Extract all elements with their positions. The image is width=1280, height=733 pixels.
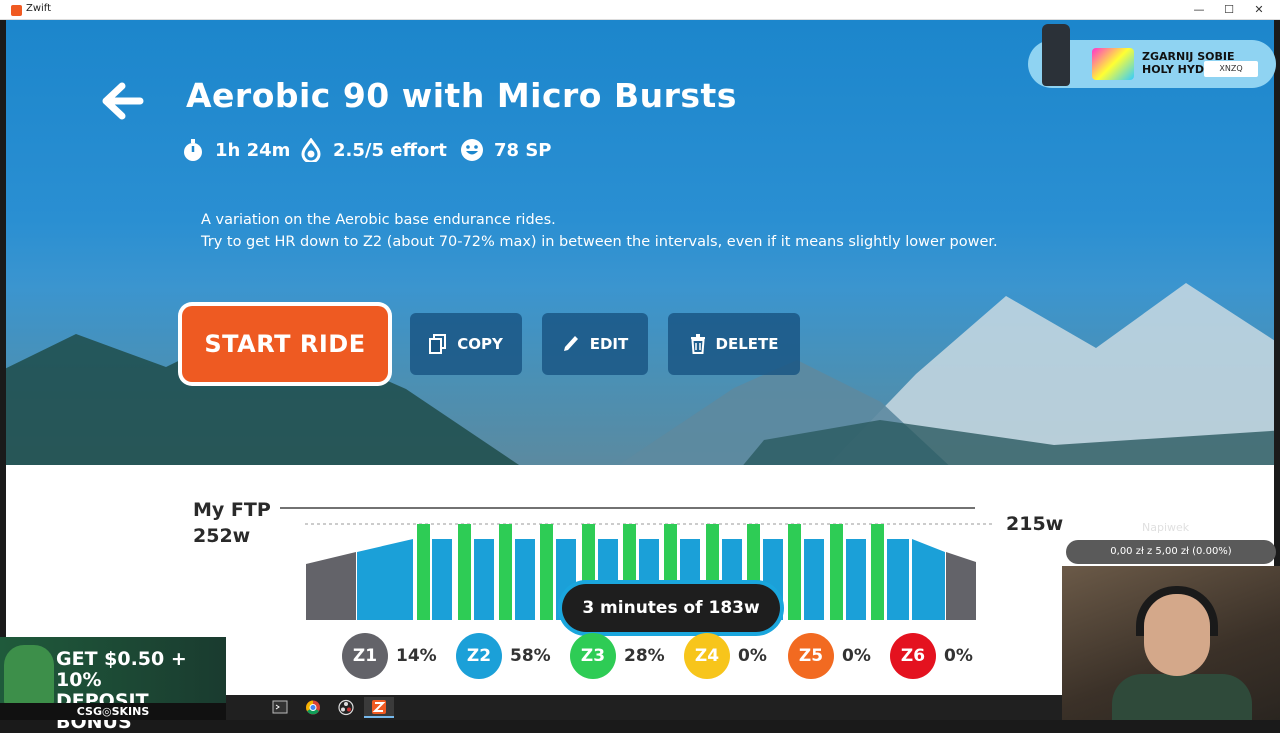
interval-z3-block <box>788 524 801 620</box>
promo-brand: CSG◎SKINS <box>0 703 226 720</box>
back-arrow-icon[interactable] <box>100 82 146 120</box>
workout-description-line1: A variation on the Aerobic base enduranc… <box>201 212 556 228</box>
obs-taskbar-icon[interactable] <box>331 697 361 718</box>
edit-button[interactable]: EDIT <box>542 313 648 375</box>
zone-percent: 58% <box>510 646 551 666</box>
interval-z3-block <box>499 524 512 620</box>
pencil-icon <box>563 336 578 351</box>
promo-line1: GET $0.50 + 10% <box>56 648 187 691</box>
zone-percent: 14% <box>396 646 437 666</box>
zone-badge: Z5 <box>788 633 834 679</box>
recovery-z2-block <box>432 539 452 620</box>
interval-z3-block <box>458 524 471 620</box>
headphones-icon <box>1136 586 1218 636</box>
product-pack-image <box>1092 48 1134 80</box>
zone-percent: 0% <box>738 646 767 666</box>
zone-badge: Z1 <box>342 633 388 679</box>
zone-percent: 28% <box>624 646 665 666</box>
chart-tooltip-text: 3 minutes of 183w <box>562 584 780 632</box>
chrome-taskbar-icon[interactable] <box>298 697 328 718</box>
ftp-value: 252w <box>193 525 251 547</box>
interval-z3-block <box>540 524 553 620</box>
cooldown-block-z1 <box>946 552 976 620</box>
interval-z3-block <box>830 524 843 620</box>
recovery-z2-block <box>846 539 866 620</box>
zwift-window: Zwift — ☐ ✕ Aerobic 90 with Micro Bursts… <box>0 0 1280 733</box>
start-ride-button[interactable]: START RIDE <box>178 302 392 386</box>
close-button[interactable]: ✕ <box>1244 0 1274 20</box>
window-title: Zwift <box>26 3 52 14</box>
promo-text: GET $0.50 + 10% DEPOSIT BONUS <box>56 649 226 733</box>
sponsor-ad-badge[interactable]: ZGARNIJ SOBIE HOLY HYDRATION XNZQ <box>1028 24 1276 88</box>
shaker-bottle-image <box>1042 24 1070 86</box>
recovery-z2-block <box>515 539 535 620</box>
effort-meta: 2.5/5 effort <box>299 136 447 164</box>
csgoskins-promo-overlay[interactable]: GET $0.50 + 10% DEPOSIT BONUS CSG◎SKINS <box>0 637 226 733</box>
recovery-z2-block <box>887 539 909 620</box>
delete-label: DELETE <box>715 335 779 353</box>
donation-title: Napiwek <box>1142 521 1190 534</box>
zone-z3: Z3 28% <box>570 633 665 679</box>
interval-z3-block <box>871 524 884 620</box>
warmup-block-z1 <box>306 552 356 620</box>
ad-promo-code: XNZQ <box>1204 61 1258 77</box>
webcam-shirt <box>1112 674 1252 720</box>
window-titlebar: Zwift — ☐ ✕ <box>0 0 1280 20</box>
duration-meta: 1h 24m <box>181 136 290 164</box>
sp-meta: 78 SP <box>460 136 551 164</box>
ftp-title: My FTP <box>193 499 271 521</box>
maximize-button[interactable]: ☐ <box>1214 0 1244 20</box>
mascot-image <box>4 645 54 707</box>
sp-text: 78 SP <box>494 139 552 161</box>
trash-icon <box>690 334 705 354</box>
stopwatch-icon <box>184 139 202 161</box>
drop-icon <box>301 138 321 162</box>
workout-title: Aerobic 90 with Micro Bursts <box>186 76 737 115</box>
donation-progress-bar: 0,00 zł z 5,00 zł (0.00%) <box>1066 540 1276 564</box>
interval-z3-block <box>417 524 430 620</box>
copy-button[interactable]: COPY <box>410 313 522 375</box>
cooldown-block-z2 <box>912 539 945 620</box>
zone-percent: 0% <box>944 646 973 666</box>
workout-description-line2: Try to get HR down to Z2 (about 70-72% m… <box>201 234 998 250</box>
start-ride-label: START RIDE <box>182 306 388 382</box>
zone-badge: Z6 <box>890 633 936 679</box>
delete-button[interactable]: DELETE <box>668 313 800 375</box>
zone-badge: Z3 <box>570 633 616 679</box>
zone-z6: Z6 0% <box>890 633 973 679</box>
smiley-icon <box>461 139 483 161</box>
zone-z2: Z2 58% <box>456 633 551 679</box>
zwift-app-icon <box>11 5 22 16</box>
zone-percent: 0% <box>842 646 871 666</box>
terminal-taskbar-icon[interactable] <box>265 697 295 718</box>
recovery-z2-block <box>474 539 494 620</box>
effort-text: 2.5/5 effort <box>333 139 447 161</box>
copy-icon <box>429 334 447 354</box>
warmup-block-z2 <box>357 539 413 620</box>
streamer-webcam <box>1062 566 1280 720</box>
zone-badge: Z2 <box>456 633 502 679</box>
ftp-label: My FTP 252w <box>193 497 271 549</box>
duration-text: 1h 24m <box>215 139 291 161</box>
edit-label: EDIT <box>589 335 629 353</box>
zone-z4: Z4 0% <box>684 633 767 679</box>
minimize-button[interactable]: — <box>1184 0 1214 20</box>
chart-tooltip: 3 minutes of 183w <box>558 580 784 636</box>
recovery-z2-block <box>804 539 824 620</box>
zone-z1: Z1 14% <box>342 633 437 679</box>
ftp-line-value: 215w <box>1006 513 1064 535</box>
zwift-taskbar-icon[interactable] <box>364 697 394 718</box>
zone-badge: Z4 <box>684 633 730 679</box>
zone-z5: Z5 0% <box>788 633 871 679</box>
copy-label: COPY <box>457 335 503 353</box>
